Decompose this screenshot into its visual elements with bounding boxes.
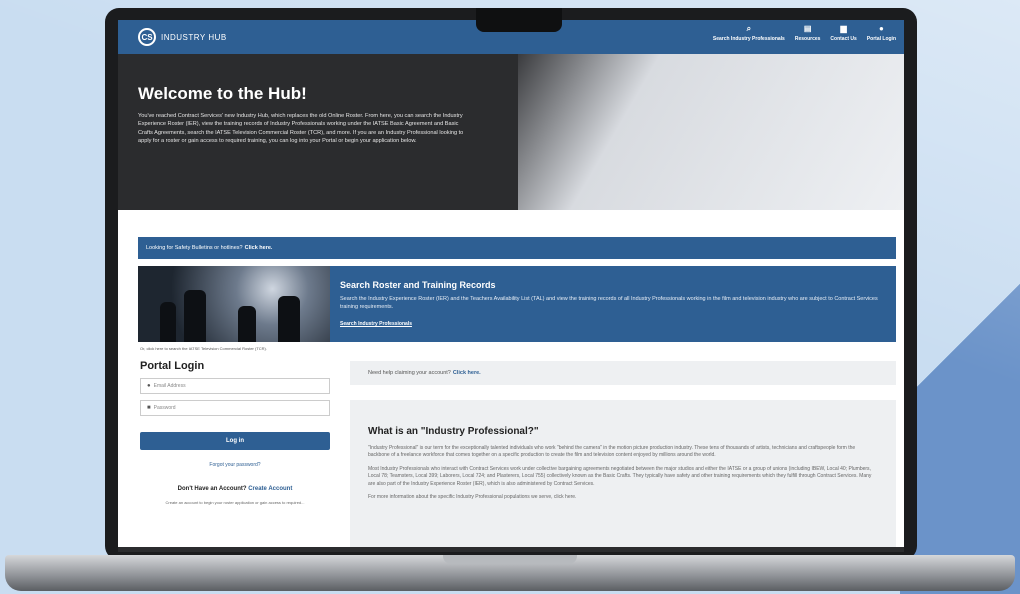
hero-section: Welcome to the Hub! You've reached Contr… — [118, 54, 904, 210]
nav-portal-login[interactable]: ● Portal Login — [867, 24, 896, 42]
crew-silhouette — [184, 290, 206, 342]
crew-silhouette — [238, 306, 256, 342]
no-account-label: Don't Have an Account? — [177, 486, 247, 492]
search-title: Search Roster and Training Records — [340, 280, 496, 290]
section-title: What is an "Industry Professional?" — [368, 426, 539, 437]
create-account-note: Create an account to begin your roster a… — [165, 500, 305, 505]
cs-logo-icon: CS — [138, 28, 156, 46]
claim-text: Need help claiming your account? — [368, 370, 451, 376]
nav-search-professionals[interactable]: ⌕ Search Industry Professionals — [713, 24, 785, 42]
portal-title: Portal Login — [140, 360, 205, 372]
no-account-text: Don't Have an Account? Create Account — [140, 486, 330, 492]
hero-title: Welcome to the Hub! — [138, 84, 307, 103]
portal-login-panel: Portal Login ● Email Address ■ Password … — [140, 360, 330, 505]
nav-link-label: Resources — [794, 36, 821, 42]
safety-text: Looking for Safety Bulletins or hotlines… — [146, 245, 243, 251]
search-professionals-link[interactable]: Search Industry Professionals — [340, 321, 412, 327]
password-placeholder: Password — [153, 405, 176, 411]
claim-account-box: Need help claiming your account? Click h… — [350, 361, 896, 385]
section-paragraph: For more information about the specific … — [368, 494, 577, 501]
background-decoration — [900, 150, 1020, 594]
forgot-password-link[interactable]: Forgot your password? — [140, 462, 330, 468]
search-icon: ⌕ — [746, 24, 752, 33]
hero-image — [518, 54, 904, 210]
chat-icon: ▆ — [840, 24, 847, 33]
user-icon: ● — [147, 383, 151, 389]
tcr-link[interactable]: Or, click here to search the IATSE Telev… — [140, 346, 267, 351]
resources-icon: ▤ — [803, 24, 812, 33]
film-crew-photo — [138, 266, 330, 342]
login-button[interactable]: Log in — [140, 432, 330, 450]
email-field[interactable]: ● Email Address — [140, 378, 330, 394]
logo-text: INDUSTRY HUB — [161, 32, 227, 42]
nav-contact-us[interactable]: ▆ Contact Us — [830, 24, 856, 42]
screen-bottom-strip — [118, 547, 904, 552]
laptop-screen: CS INDUSTRY HUB ⌕ Search Industry Profes… — [118, 20, 904, 552]
section-paragraph: Most Industry Professionals who interact… — [368, 465, 872, 487]
section-paragraph: "Industry Professional" is our term for … — [368, 445, 856, 459]
crew-silhouette — [278, 296, 300, 342]
nav-link-label: Search Industry Professionals — [712, 36, 785, 42]
crew-silhouette — [160, 302, 176, 342]
password-field[interactable]: ■ Password — [140, 400, 330, 416]
industry-hub-logo[interactable]: CS INDUSTRY HUB — [138, 28, 227, 46]
safety-link[interactable]: Click here. — [245, 245, 273, 251]
hero-body: You've reached Contract Services' new In… — [138, 113, 464, 145]
nav-resources[interactable]: ▤ Resources — [795, 24, 821, 42]
claim-link[interactable]: Click here. — [453, 370, 481, 376]
camera-notch — [476, 8, 562, 32]
hero-text: Welcome to the Hub! You've reached Contr… — [138, 84, 468, 146]
laptop-base-notch — [443, 555, 577, 564]
lock-icon: ■ — [147, 405, 151, 411]
search-body: Search the Industry Experience Roster (I… — [340, 296, 878, 310]
nav-link-label: Portal Login — [866, 36, 896, 42]
user-icon: ● — [878, 24, 884, 33]
nav-link-label: Contact Us — [830, 36, 857, 42]
create-account-link[interactable]: Create Account — [248, 486, 292, 492]
safety-bulletins-bar: Looking for Safety Bulletins or hotlines… — [138, 237, 896, 259]
email-placeholder: Email Address — [153, 383, 186, 389]
nav-links: ⌕ Search Industry Professionals ▤ Resour… — [713, 24, 896, 42]
industry-professional-section: What is an "Industry Professional?" "Ind… — [350, 400, 896, 550]
search-roster-banner: Search Roster and Training Records Searc… — [138, 266, 896, 342]
